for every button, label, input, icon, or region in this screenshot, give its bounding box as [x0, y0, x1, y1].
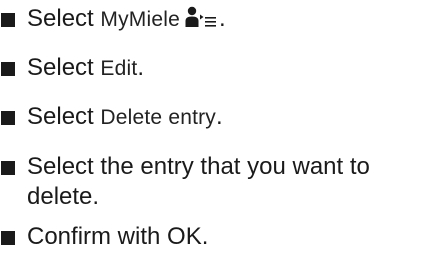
person-menu-icon: [185, 5, 219, 37]
step-2-ui-label: Edit: [100, 57, 138, 80]
bullet-icon: [1, 62, 15, 76]
step-2-verb: Select: [27, 54, 94, 81]
step-3-verb: Select: [27, 103, 94, 130]
bullet-icon: [1, 111, 15, 125]
step-2-text: Select Edit.: [27, 52, 417, 85]
step-3-text: Select Delete entry.: [27, 101, 417, 134]
step-1-verb: Select: [27, 5, 94, 32]
step-4-line-2: delete.: [27, 183, 100, 210]
step-5-text: Confirm with OK.: [27, 223, 209, 250]
bullet-icon: [1, 231, 15, 245]
step-3-end: .: [216, 103, 223, 130]
step-1-end: .: [218, 5, 226, 32]
step-1-ui-label: MyMiele: [100, 8, 180, 31]
step-2-end: .: [137, 54, 145, 81]
step-4-line-1: Select the entry that you want to: [27, 153, 370, 180]
bullet-icon: [1, 13, 15, 27]
bullet-icon: [1, 161, 15, 175]
step-1-text: Select MyMiele.: [27, 3, 417, 37]
step-3-ui-label: Delete entry: [100, 106, 216, 129]
